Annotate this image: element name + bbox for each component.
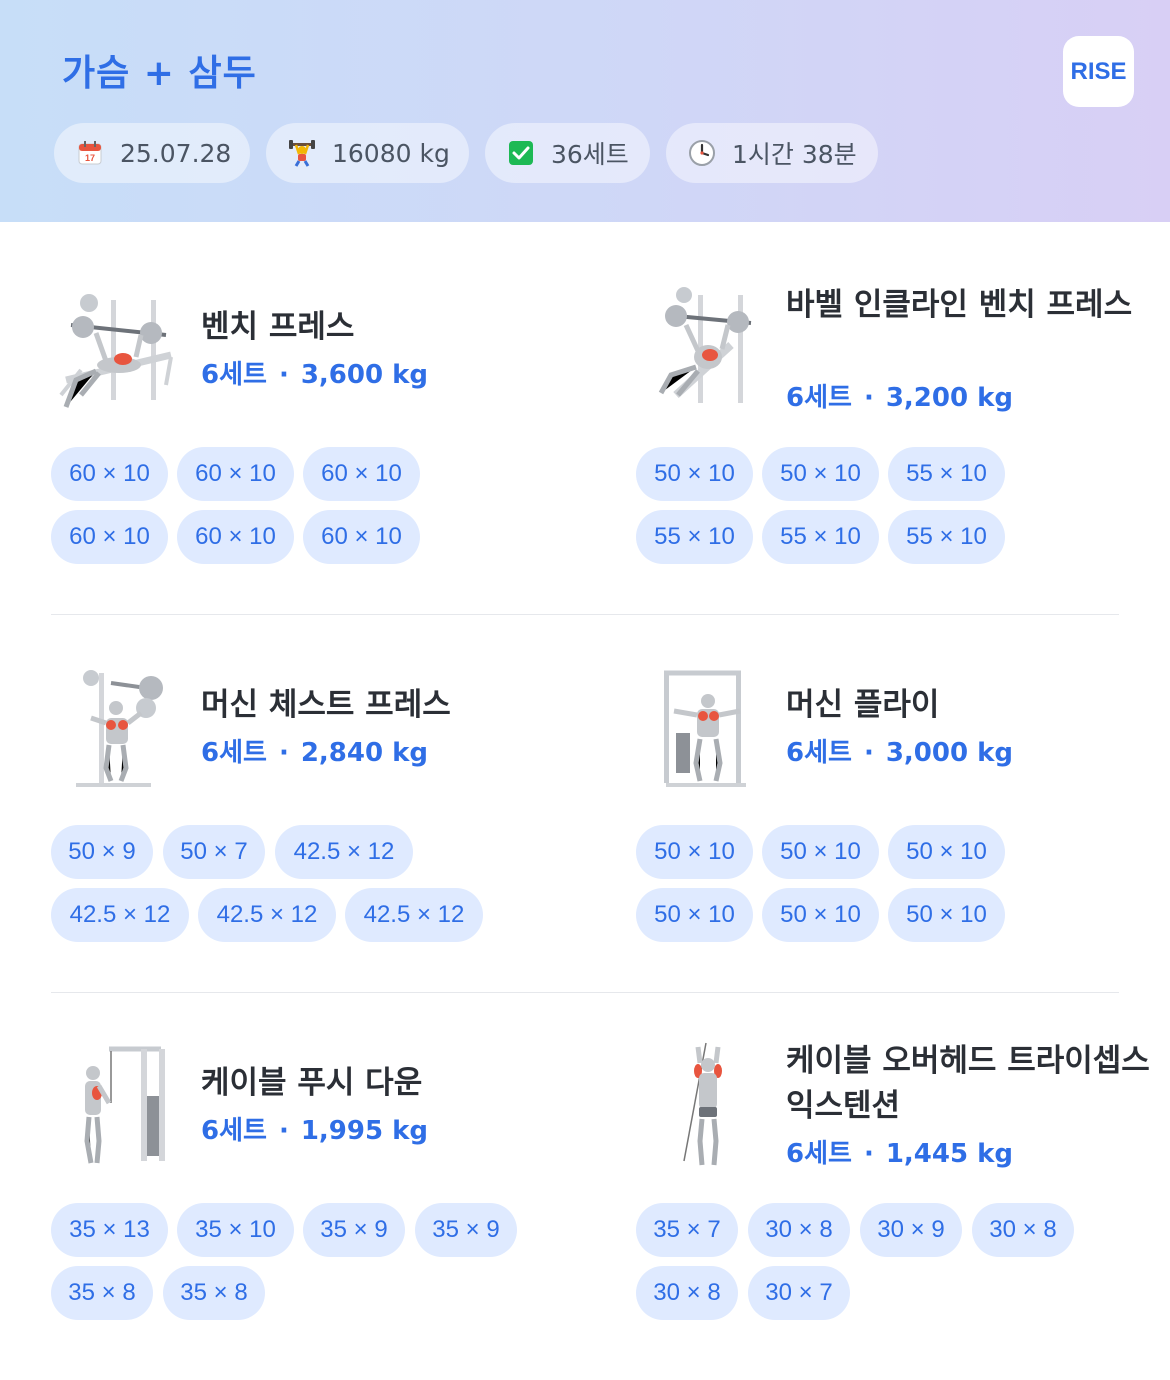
exercise-volume: 1,445 kg bbox=[885, 1139, 1014, 1169]
weightlifter-icon bbox=[288, 139, 316, 167]
set-chip[interactable]: 42.5 × 12 bbox=[51, 888, 189, 942]
exercise-card-bench-press[interactable]: 벤치 프레스 6세트 · 3,600 kg 60 × 10 60 × 10 60 ×… bbox=[51, 280, 581, 580]
set-chip[interactable]: 50 × 7 bbox=[163, 825, 265, 879]
exercise-sets: 6세트 bbox=[201, 360, 267, 390]
stat-sets-value: 36세트 bbox=[551, 140, 629, 169]
stat-date: 17 25.07.28 bbox=[54, 123, 250, 183]
set-chip[interactable]: 35 × 7 bbox=[636, 1203, 738, 1257]
set-chip[interactable]: 30 × 8 bbox=[972, 1203, 1074, 1257]
set-chip[interactable]: 35 × 8 bbox=[163, 1266, 265, 1320]
rise-logo: RISE bbox=[1063, 36, 1134, 107]
set-chip[interactable]: 60 × 10 bbox=[51, 447, 168, 501]
exercise-sets: 6세트 bbox=[201, 738, 267, 768]
exercise-volume: 3,000 kg bbox=[885, 738, 1014, 768]
exercise-volume: 3,200 kg bbox=[885, 383, 1014, 413]
workout-title: 가슴 + 삼두 bbox=[62, 53, 257, 94]
calendar-icon: 17 bbox=[76, 139, 104, 167]
set-chip[interactable]: 30 × 9 bbox=[860, 1203, 962, 1257]
stat-date-value: 25.07.28 bbox=[120, 138, 232, 168]
exercise-name: 케이블 오버헤드 트라이셉스 익스텐션 bbox=[786, 1043, 1150, 1124]
exercise-sets: 6세트 bbox=[786, 1139, 852, 1169]
overhead-triceps-extension-illustration bbox=[636, 1041, 766, 1171]
set-chip[interactable]: 50 × 10 bbox=[636, 825, 753, 879]
set-chip[interactable]: 50 × 9 bbox=[51, 825, 153, 879]
exercise-summary: 6세트 · 2,840 kg bbox=[201, 738, 429, 768]
set-chip[interactable]: 55 × 10 bbox=[762, 510, 879, 564]
set-chip[interactable]: 50 × 10 bbox=[636, 888, 753, 942]
bench-press-illustration bbox=[51, 285, 181, 415]
set-chip[interactable]: 60 × 10 bbox=[51, 510, 168, 564]
set-chip[interactable]: 35 × 10 bbox=[177, 1203, 294, 1257]
exercise-card-machine-chest-press[interactable]: 머신 체스트 프레스 6세트 · 2,840 kg 50 × 9 50 × 7 42… bbox=[51, 658, 581, 958]
exercise-name: 바벨 인클라인 벤치 프레스 bbox=[786, 287, 1133, 323]
set-chip[interactable]: 35 × 9 bbox=[303, 1203, 405, 1257]
set-chip[interactable]: 50 × 10 bbox=[762, 825, 879, 879]
exercise-summary: 6세트 · 3,600 kg bbox=[201, 360, 429, 390]
exercise-summary: 6세트 · 3,200 kg bbox=[786, 383, 1014, 413]
exercise-card-cable-pushdown[interactable]: 케이블 푸시 다운 6세트 · 1,995 kg 35 × 13 35 × 10 3… bbox=[51, 1036, 581, 1336]
set-chip[interactable]: 55 × 10 bbox=[888, 510, 1005, 564]
machine-fly-illustration bbox=[636, 663, 766, 793]
svg-text:17: 17 bbox=[85, 153, 95, 163]
set-chip[interactable]: 50 × 10 bbox=[888, 888, 1005, 942]
exercise-sets: 6세트 bbox=[201, 1116, 267, 1146]
set-chip[interactable]: 35 × 13 bbox=[51, 1203, 168, 1257]
set-chip[interactable]: 55 × 10 bbox=[636, 510, 753, 564]
machine-chest-press-illustration bbox=[51, 663, 181, 793]
section-divider bbox=[51, 614, 1119, 615]
set-chip[interactable]: 50 × 10 bbox=[888, 825, 1005, 879]
set-chip[interactable]: 50 × 10 bbox=[762, 888, 879, 942]
set-chip[interactable]: 55 × 10 bbox=[888, 447, 1005, 501]
set-chip[interactable]: 60 × 10 bbox=[177, 447, 294, 501]
exercise-card-machine-fly[interactable]: 머신 플라이 6세트 · 3,000 kg 50 × 10 50 × 10 50 ×… bbox=[636, 658, 1166, 958]
set-chip[interactable]: 35 × 9 bbox=[415, 1203, 517, 1257]
stat-volume-value: 16080 kg bbox=[332, 138, 450, 168]
exercise-summary: 6세트 · 3,000 kg bbox=[786, 738, 1014, 768]
stat-volume: 16080 kg bbox=[266, 123, 469, 183]
set-chip[interactable]: 60 × 10 bbox=[303, 447, 420, 501]
exercise-summary: 6세트 · 1,445 kg bbox=[786, 1139, 1014, 1169]
exercise-name: 케이블 푸시 다운 bbox=[201, 1065, 423, 1101]
set-chip[interactable]: 30 × 8 bbox=[636, 1266, 738, 1320]
set-chip[interactable]: 50 × 10 bbox=[636, 447, 753, 501]
exercise-name: 벤치 프레스 bbox=[201, 309, 355, 345]
exercise-name: 머신 체스트 프레스 bbox=[201, 687, 451, 723]
stat-sets: 36세트 bbox=[485, 123, 650, 183]
set-chip[interactable]: 35 × 8 bbox=[51, 1266, 153, 1320]
exercise-sets: 6세트 bbox=[786, 383, 852, 413]
clock-icon bbox=[688, 139, 716, 167]
exercise-volume: 1,995 kg bbox=[300, 1116, 429, 1146]
exercise-volume: 3,600 kg bbox=[300, 360, 429, 390]
workout-header: 가슴 + 삼두 RISE 17 25.07.28 16080 kg 36세트 1… bbox=[0, 0, 1170, 222]
exercise-volume: 2,840 kg bbox=[300, 738, 429, 768]
exercise-sets: 6세트 bbox=[786, 738, 852, 768]
set-chip[interactable]: 42.5 × 12 bbox=[345, 888, 483, 942]
exercise-card-overhead-triceps-extension[interactable]: 케이블 오버헤드 트라이셉스 익스텐션 6세트 · 1,445 kg 35 × 7 … bbox=[636, 1036, 1166, 1336]
set-chip[interactable]: 30 × 7 bbox=[748, 1266, 850, 1320]
set-chip[interactable]: 50 × 10 bbox=[762, 447, 879, 501]
exercise-card-incline-bench-press[interactable]: 바벨 인클라인 벤치 프레스 6세트 · 3,200 kg 50 × 10 50 ×… bbox=[636, 280, 1166, 580]
stat-duration-value: 1시간 38분 bbox=[732, 140, 857, 169]
stat-duration: 1시간 38분 bbox=[666, 123, 878, 183]
incline-bench-press-illustration bbox=[636, 285, 766, 415]
exercise-name: 머신 플라이 bbox=[786, 687, 940, 723]
exercise-summary: 6세트 · 1,995 kg bbox=[201, 1116, 429, 1146]
set-chip[interactable]: 42.5 × 12 bbox=[275, 825, 413, 879]
set-chip[interactable]: 30 × 8 bbox=[748, 1203, 850, 1257]
section-divider bbox=[51, 992, 1119, 993]
set-chip[interactable]: 60 × 10 bbox=[177, 510, 294, 564]
set-chip[interactable]: 42.5 × 12 bbox=[198, 888, 336, 942]
set-chip[interactable]: 60 × 10 bbox=[303, 510, 420, 564]
cable-pushdown-illustration bbox=[51, 1041, 181, 1171]
checkbox-icon bbox=[507, 139, 535, 167]
